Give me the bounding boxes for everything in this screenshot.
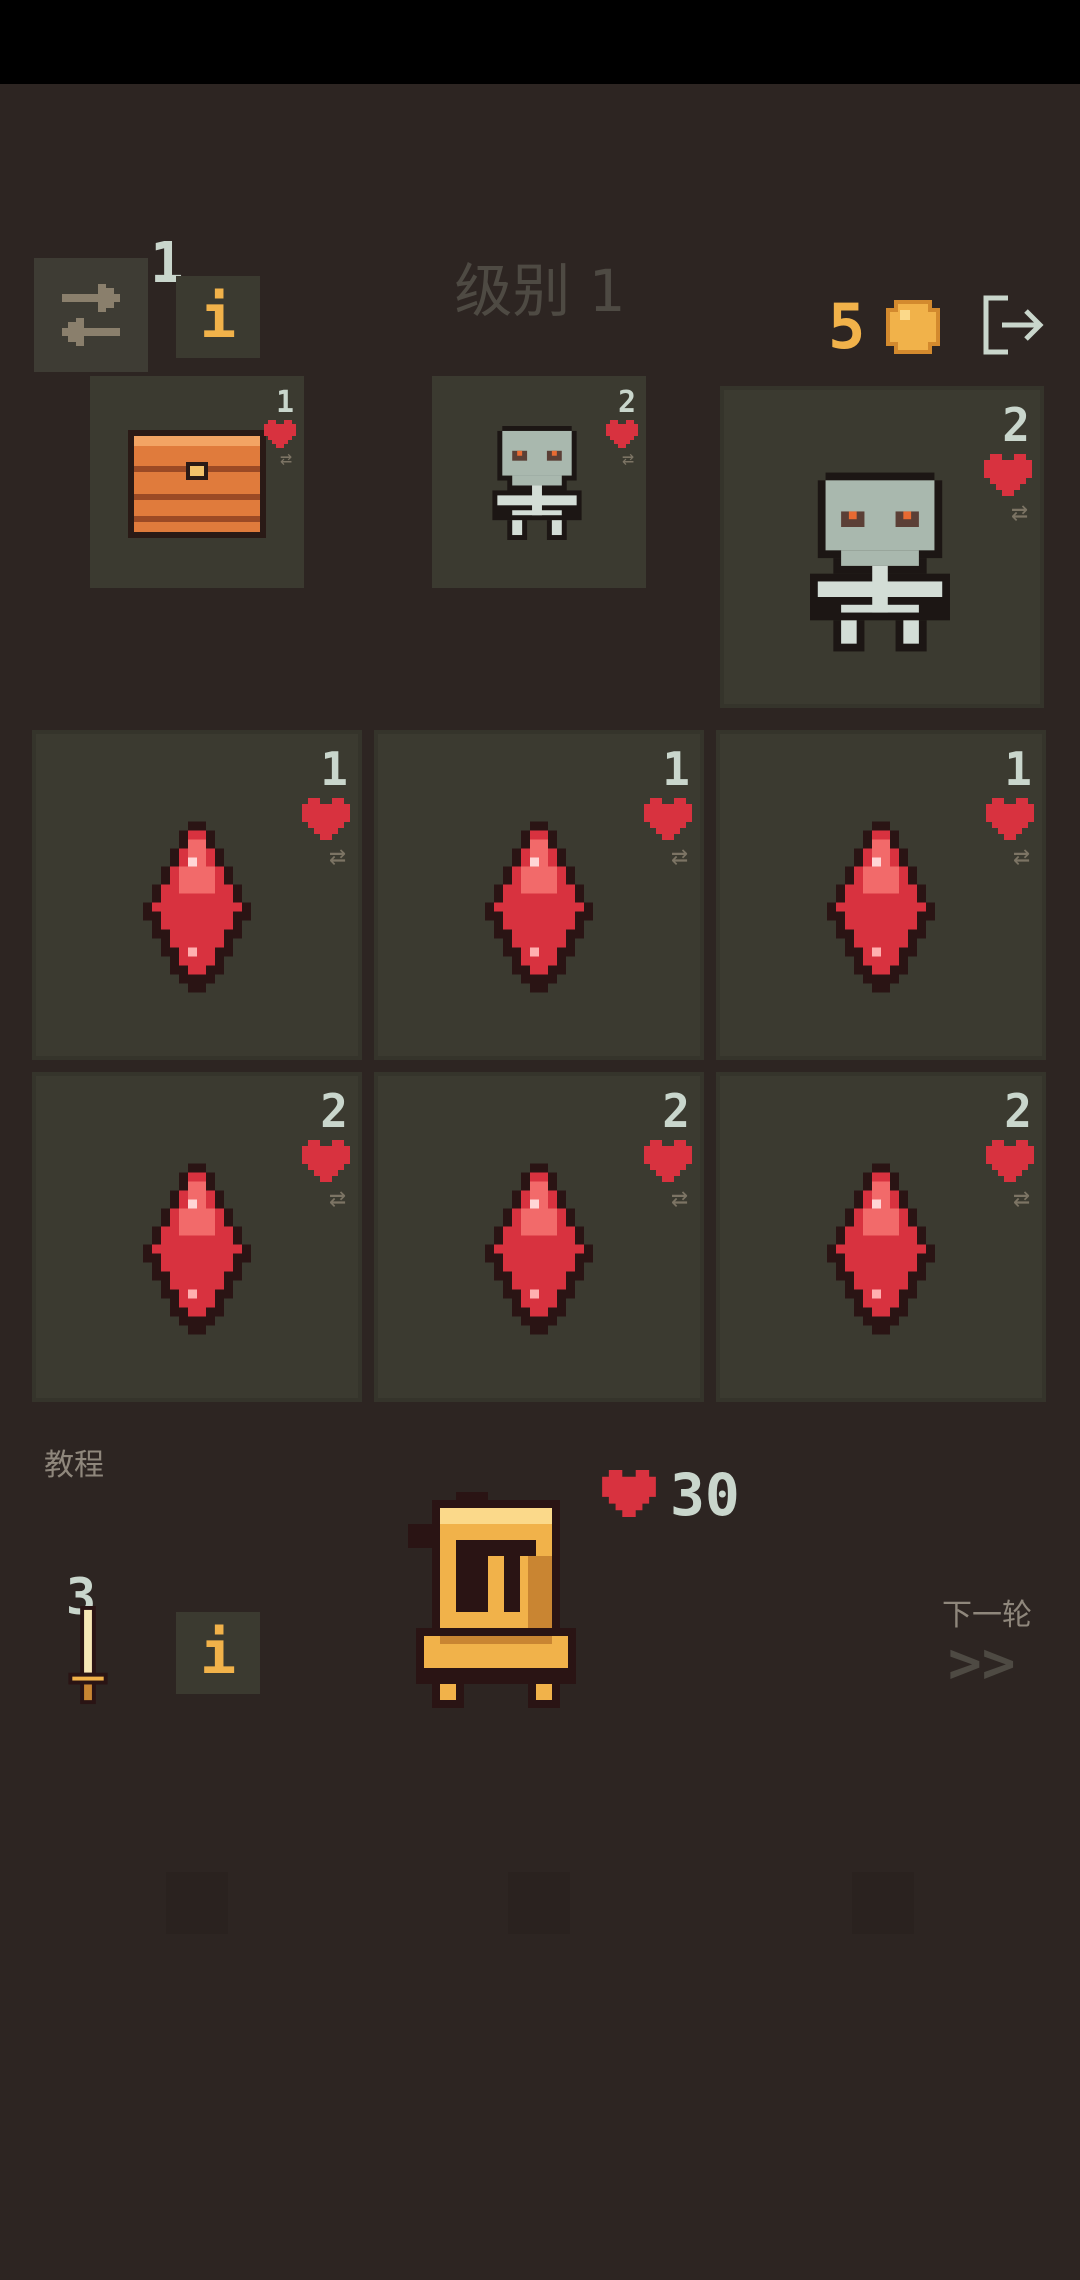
card-value: 2	[617, 385, 636, 420]
next-round-label: 下一轮	[942, 1598, 1032, 1633]
weapon-info-button[interactable]: i	[176, 1612, 260, 1694]
empty-slot[interactable]	[166, 1872, 228, 1934]
card-value: 1	[320, 742, 348, 796]
grid-card-ruby[interactable]: 2 ⇄	[716, 1072, 1046, 1402]
enemy-card-skeleton-small[interactable]: 2 ⇄	[432, 376, 646, 588]
grid-card-ruby[interactable]: 1 ⇄	[32, 730, 362, 1060]
info-label: i	[199, 282, 237, 352]
heart-icon	[302, 1140, 350, 1182]
card-value: 2	[320, 1084, 348, 1138]
level-title: 级别 1	[454, 257, 626, 325]
next-round-icon: >>	[948, 1631, 1016, 1696]
card-value: 1	[662, 742, 690, 796]
ruby-icon	[827, 1163, 935, 1335]
swap-mini-icon: ⇄	[1013, 1181, 1030, 1214]
exit-button[interactable]	[980, 292, 1046, 358]
gold-amount: 5	[828, 290, 866, 363]
empty-slot[interactable]	[852, 1872, 914, 1934]
card-value: 2	[662, 1084, 690, 1138]
info-label: i	[199, 1618, 237, 1688]
swap-mini-icon: ⇄	[671, 1181, 688, 1214]
swap-mini-icon: ⇄	[329, 839, 346, 872]
coin-icon	[882, 296, 944, 358]
chest-icon	[128, 430, 266, 538]
heart-icon	[644, 798, 692, 840]
swap-mini-icon: ⇄	[621, 446, 634, 470]
heart-icon	[986, 1140, 1034, 1182]
knight-icon	[408, 1492, 576, 1708]
grid-card-ruby[interactable]: 2 ⇄	[32, 1072, 362, 1402]
swap-icon	[62, 284, 120, 346]
status-bar	[0, 0, 1080, 84]
ruby-icon	[485, 821, 593, 993]
ruby-icon	[827, 821, 935, 993]
reroll-button[interactable]	[34, 258, 148, 372]
card-value: 2	[1002, 398, 1030, 452]
player-knight	[392, 1476, 624, 1712]
skeleton-icon	[810, 472, 950, 652]
swap-mini-icon: ⇄	[1011, 495, 1028, 528]
card-value: 1	[275, 385, 294, 420]
swap-mini-icon: ⇄	[279, 446, 292, 470]
heart-icon	[986, 798, 1034, 840]
heart-icon	[644, 1140, 692, 1182]
grid-card-ruby[interactable]: 1 ⇄	[716, 730, 1046, 1060]
skeleton-icon	[492, 426, 582, 540]
enemy-card-skeleton-large[interactable]: 2 ⇄	[720, 386, 1044, 708]
card-value: 2	[1004, 1084, 1032, 1138]
enemy-card-chest[interactable]: 1 ⇄	[90, 376, 304, 588]
tutorial-button[interactable]: 教程	[44, 1440, 104, 1484]
heart-icon	[606, 420, 638, 448]
info-button[interactable]: i	[176, 276, 260, 358]
heart-icon	[302, 798, 350, 840]
weapon-slot[interactable]: 3	[64, 1572, 114, 1708]
exit-icon	[983, 295, 1044, 355]
swap-mini-icon: ⇄	[1013, 839, 1030, 872]
ruby-icon	[485, 1163, 593, 1335]
swap-mini-icon: ⇄	[671, 839, 688, 872]
grid-card-ruby[interactable]: 1 ⇄	[374, 730, 704, 1060]
heart-icon	[264, 420, 296, 448]
sword-icon	[68, 1606, 108, 1705]
heart-icon	[984, 454, 1032, 496]
ruby-icon	[143, 1163, 251, 1335]
ruby-icon	[143, 821, 251, 993]
swap-mini-icon: ⇄	[329, 1181, 346, 1214]
next-round-button[interactable]: 下一轮 >>	[930, 1590, 1050, 1700]
card-value: 1	[1004, 742, 1032, 796]
player-heart-icon	[602, 1470, 656, 1517]
grid-card-ruby[interactable]: 2 ⇄	[374, 1072, 704, 1402]
empty-slot[interactable]	[508, 1872, 570, 1934]
player-hp: 30	[670, 1461, 740, 1529]
